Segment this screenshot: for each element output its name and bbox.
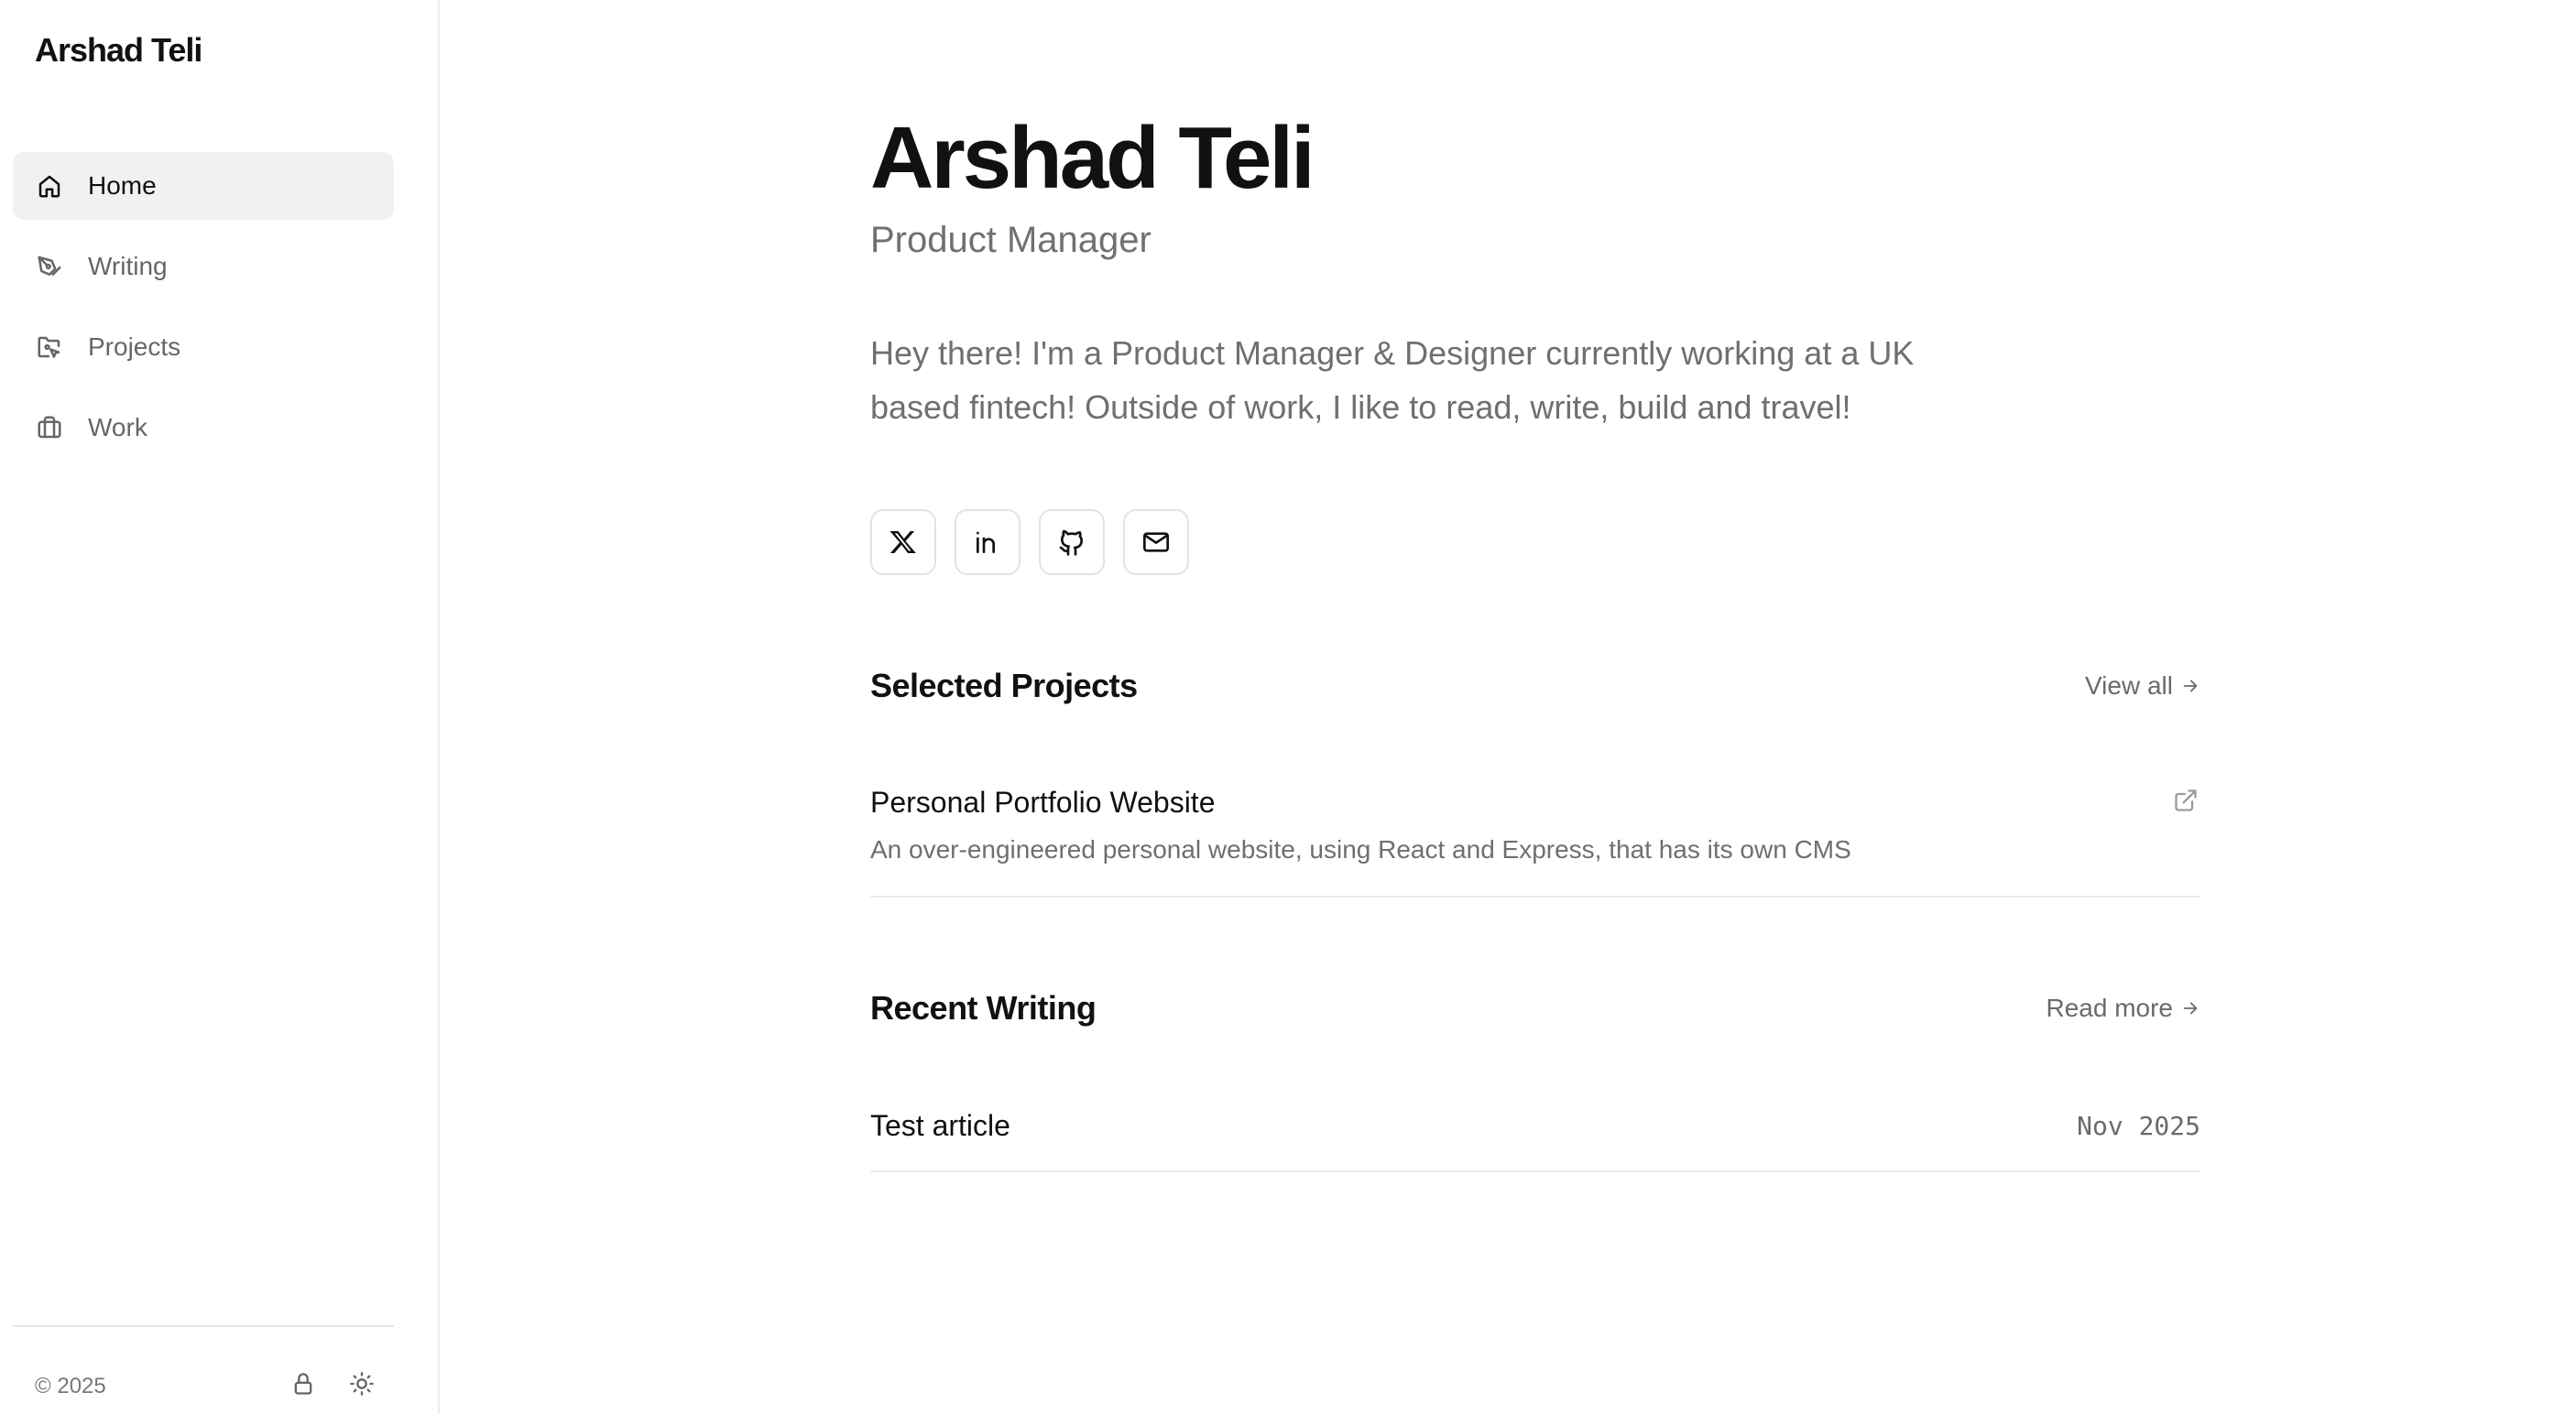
sidebar-item-projects[interactable]: Projects [13,313,394,381]
page-title: Arshad Teli [870,109,1315,207]
sidebar-item-label: Home [88,171,157,200]
writing-section-title: Recent Writing [870,989,1097,1027]
writing-section-header: Recent Writing Read more [870,989,2200,1028]
read-more-label: Read more [2046,994,2173,1022]
sidebar-item-writing[interactable]: Writing [13,233,394,300]
projects-section-title: Selected Projects [870,667,1138,704]
sidebar-item-work[interactable]: Work [13,394,394,462]
intro-text: Hey there! I'm a Product Manager & Desig… [870,334,1915,426]
sidebar-item-label: Projects [88,332,181,361]
project-description: An over-engineered personal website, usi… [870,835,1851,864]
arrow-right-icon [2173,998,2200,1018]
site-brand[interactable]: Arshad Teli [35,31,202,70]
sidebar: Arshad Teli Home Writing Projects Work ©… [0,0,440,1414]
github-link-button[interactable] [1039,509,1105,575]
social-links [870,509,1189,575]
view-all-label: View all [2085,671,2173,700]
projects-section-header: Selected Projects View all [870,667,2200,705]
article-item[interactable]: Test article Nov 2025 [870,1097,2200,1172]
folder-icon [35,332,64,362]
x-link-button[interactable] [870,509,936,575]
sidebar-item-label: Writing [88,252,168,280]
home-icon [35,171,64,201]
copyright-text: © 2025 [35,1374,106,1398]
sidebar-divider [13,1325,394,1327]
linkedin-icon [973,528,1002,557]
project-item[interactable]: Personal Portfolio Website An over-engin… [870,777,2200,897]
sidebar-item-label: Work [88,413,147,441]
x-icon [889,528,918,557]
briefcase-icon [35,413,64,442]
read-more-writing-link[interactable]: Read more [2046,994,2200,1023]
linkedin-link-button[interactable] [955,509,1021,575]
mail-icon [1141,528,1171,557]
article-date: Nov 2025 [2077,1110,2200,1141]
sun-icon[interactable] [346,1368,377,1399]
external-link-icon[interactable] [2173,788,2200,815]
lock-icon[interactable] [288,1368,319,1399]
github-icon [1057,528,1086,557]
arrow-right-icon [2173,676,2200,696]
sidebar-nav: Home Writing Projects Work [13,152,394,474]
project-title: Personal Portfolio Website [870,786,1216,819]
article-title: Test article [870,1108,1010,1142]
sidebar-item-home[interactable]: Home [13,152,394,220]
view-all-projects-link[interactable]: View all [2085,671,2200,701]
mail-link-button[interactable] [1123,509,1189,575]
page-subtitle: Product Manager [870,220,1152,260]
pen-icon [35,252,64,281]
